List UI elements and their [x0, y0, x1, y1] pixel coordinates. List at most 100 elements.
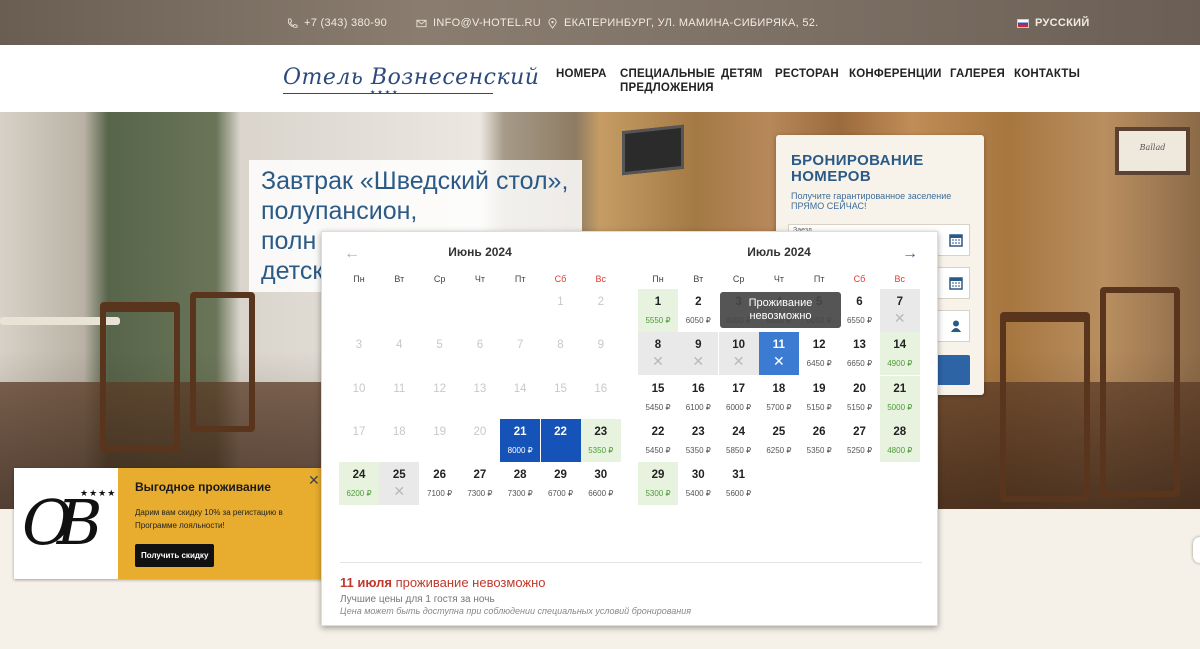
nav-restaurant[interactable]: РЕСТОРАН: [775, 67, 839, 81]
calendar-day: 18: [379, 419, 419, 462]
calendar-day[interactable]: 12 6450 ₽: [799, 332, 839, 375]
language-selector[interactable]: РУССКИЙ: [1017, 17, 1090, 29]
day-price: 4900 ₽: [887, 359, 913, 369]
day-price: 7100 ₽: [427, 489, 453, 499]
calendar-day: 3: [339, 332, 379, 375]
calendar-day[interactable]: 21 8000 ₽: [500, 418, 541, 462]
day-number: 1: [557, 296, 564, 308]
calendar-day[interactable]: 17 6000 ₽: [719, 376, 759, 419]
day-price: 5400 ₽: [685, 489, 711, 499]
calendar-day[interactable]: 27 5250 ₽: [840, 419, 880, 462]
calendar-day[interactable]: 6 6550 ₽: [840, 289, 880, 332]
nav-gallery[interactable]: ГАЛЕРЕЯ: [950, 67, 1005, 81]
day-number: 22: [554, 425, 567, 438]
day-price: 8000 ₽: [507, 445, 533, 455]
calendar-day: 15: [541, 376, 581, 419]
calendar-day[interactable]: 30 5400 ₽: [678, 462, 718, 505]
day-number: 13: [853, 339, 866, 352]
calendar-day[interactable]: 7 ✕: [879, 289, 920, 332]
calendar-day[interactable]: 23 5350 ₽: [678, 419, 718, 462]
calendar-day: 11: [379, 376, 419, 419]
day-number: 23: [594, 425, 608, 438]
day-price: 5550 ₽: [645, 316, 671, 325]
calendar-day[interactable]: 24 5850 ₽: [719, 419, 759, 462]
side-scroll-tab[interactable]: [1193, 537, 1200, 563]
day-number: 30: [594, 469, 608, 482]
calendar-day[interactable]: 24 6200 ₽: [339, 462, 379, 506]
day-number: 15: [651, 382, 665, 395]
calendar-day[interactable]: 21 5000 ₽: [879, 375, 920, 419]
calendar-day[interactable]: 30 6600 ₽: [581, 462, 621, 505]
get-discount-button[interactable]: Получить скидку: [135, 544, 215, 567]
phone-contact[interactable]: +7 (343) 380-90: [287, 17, 387, 29]
calendar-day: 5: [420, 332, 460, 375]
calendar-day[interactable]: 22 5450 ₽: [638, 419, 678, 462]
calendar-day[interactable]: 1 5550 ₽: [638, 289, 678, 332]
day-price: 5150 ₽: [806, 402, 832, 412]
calendar-day[interactable]: 26 7100 ₽: [420, 462, 460, 505]
nav-rooms[interactable]: НОМЕРА: [556, 67, 607, 81]
phone-icon: [287, 17, 298, 28]
day-price: 5700 ₽: [766, 402, 792, 412]
hero-chair: [1000, 312, 1090, 502]
calendar-day[interactable]: 29 6700 ₽: [541, 462, 581, 505]
calendar-day[interactable]: 18 5700 ₽: [759, 376, 799, 419]
calendar-day[interactable]: 23 5350 ₽: [580, 418, 621, 462]
unavailable-x-icon: ✕: [652, 353, 664, 370]
hotel-logo[interactable]: Отель Вознесенский: [283, 65, 539, 90]
day-number: 17: [732, 382, 745, 395]
day-price: 5450 ₽: [645, 445, 671, 455]
nav-children[interactable]: ДЕТЯМ: [721, 67, 763, 81]
calendar-day[interactable]: 14 4900 ₽: [879, 332, 920, 376]
calendar-day[interactable]: 31 5600 ₽: [719, 462, 759, 505]
day-number: 6: [856, 296, 863, 308]
day-number: 10: [352, 382, 366, 395]
calendar-day[interactable]: 25 ✕: [379, 462, 420, 506]
nav-conferences[interactable]: КОНФЕРЕНЦИИ: [849, 67, 942, 81]
day-number: 2: [695, 296, 702, 308]
day-number: 29: [554, 469, 567, 482]
unavailable-x-icon: ✕: [732, 353, 745, 370]
calendar-day[interactable]: 27 7300 ₽: [460, 462, 500, 505]
day-number: 14: [893, 339, 907, 352]
calendar-day[interactable]: 8 ✕: [638, 332, 678, 376]
day-number: 9: [695, 339, 702, 352]
day-price: 6650 ₽: [846, 359, 873, 369]
calendar-day[interactable]: 29 5300 ₽: [638, 462, 678, 506]
logo-stars: ★★★★: [80, 488, 117, 498]
address-contact[interactable]: ЕКАТЕРИНБУРГ, УЛ. МАМИНА-СИБИРЯКА, 52.: [547, 17, 819, 29]
day-price: 5350 ₽: [806, 445, 832, 455]
calendar-day: 4: [379, 332, 419, 375]
unavailable-date: 11 июля: [340, 575, 392, 590]
nav-contacts[interactable]: КОНТАКТЫ: [1014, 67, 1080, 81]
calendar-day[interactable]: 10 ✕: [718, 332, 759, 376]
calendar-day[interactable]: 11 ✕: [758, 332, 799, 376]
calendar-day[interactable]: 15 5450 ₽: [638, 376, 678, 419]
calendar-day[interactable]: 25 6250 ₽: [759, 419, 799, 462]
calendar-day[interactable]: 26 5350 ₽: [799, 419, 839, 462]
calendar-day[interactable]: 9 ✕: [678, 332, 719, 376]
email-contact[interactable]: INFO@V-HOTEL.RU: [416, 17, 541, 29]
nav-special-offers[interactable]: СПЕЦИАЛЬНЫЕ ПРЕДЛОЖЕНИЯ: [620, 67, 715, 95]
calendar-day[interactable]: 22: [540, 418, 581, 462]
weekday-header: Вс: [894, 274, 906, 284]
day-number: 8: [654, 339, 662, 352]
calendar-day[interactable]: 19 5150 ₽: [799, 376, 839, 419]
calendar-day[interactable]: 2 6050 ₽: [678, 289, 718, 332]
unavailable-text: проживание невозможно: [391, 575, 546, 590]
day-number: 7: [896, 296, 903, 308]
site-header: Отель Вознесенский ★★★★ НОМЕРА СПЕЦИАЛЬН…: [0, 45, 1200, 112]
day-price: 5600 ₽: [726, 489, 752, 499]
day-price: 6000 ₽: [726, 402, 752, 412]
promo-logo: ОВ ★★★★: [14, 468, 118, 579]
unavailable-x-icon: ✕: [393, 483, 406, 500]
calendar-day[interactable]: 13 6650 ₽: [840, 332, 880, 375]
day-number: 8: [557, 339, 564, 352]
calendar-day[interactable]: 16 6100 ₽: [678, 376, 718, 419]
calendar-day[interactable]: 20 5150 ₽: [840, 376, 880, 419]
calendar-day[interactable]: 28 4800 ₽: [879, 418, 920, 462]
calendar-day[interactable]: 28 7300 ₽: [500, 462, 540, 505]
day-price: 6250 ₽: [766, 445, 792, 455]
close-icon[interactable]: ✕: [308, 472, 320, 489]
day-number: 17: [352, 425, 366, 438]
